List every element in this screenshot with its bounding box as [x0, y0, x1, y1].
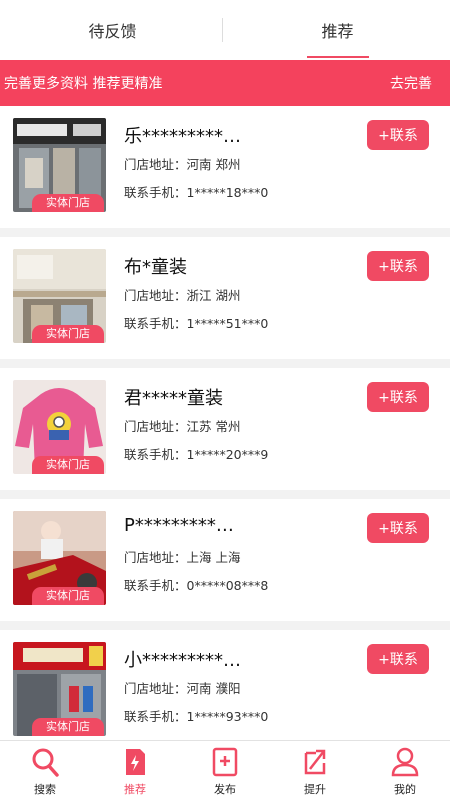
store-phone: 联系手机：1*****93***0	[124, 706, 268, 725]
address-value: 江苏 常州	[186, 419, 241, 434]
store-thumbnail: 实体门店	[13, 511, 106, 605]
physical-store-badge: 实体门店	[32, 325, 104, 343]
tab-divider	[222, 18, 223, 42]
physical-store-badge: 实体门店	[32, 718, 104, 736]
address-label: 门店地址：	[124, 157, 187, 172]
phone-label: 联系手机：	[124, 316, 187, 331]
store-card[interactable]: 实体门店 布*童装 门店地址：浙江 湖州 联系手机：1*****51***0 +…	[0, 237, 450, 359]
address-label: 门店地址：	[124, 419, 187, 434]
tab-label: 待反馈	[88, 22, 137, 41]
address-value: 河南 濮阳	[186, 681, 241, 696]
store-name: 乐*********…	[124, 126, 241, 147]
contact-button[interactable]: +联系	[367, 251, 429, 281]
phone-label: 联系手机：	[124, 578, 187, 593]
store-address: 门店地址：河南 郑州	[124, 154, 241, 173]
nav-item-profile[interactable]: 我的	[360, 741, 450, 800]
store-list: 实体门店 乐*********… 门店地址：河南 郑州 联系手机：1*****1…	[0, 106, 450, 740]
profile-icon	[390, 746, 420, 778]
physical-store-badge: 实体门店	[32, 456, 104, 474]
phone-value: 1*****18***0	[186, 185, 269, 200]
publish-icon	[210, 746, 240, 778]
contact-button[interactable]: +联系	[367, 644, 429, 674]
store-phone: 联系手机：0*****08***8	[124, 575, 268, 594]
phone-label: 联系手机：	[124, 709, 187, 724]
store-card[interactable]: 实体门店 小*********… 门店地址：河南 濮阳 联系手机：1*****9…	[0, 630, 450, 740]
nav-item-recommend[interactable]: 推荐	[90, 741, 180, 800]
store-name: 小*********…	[124, 650, 241, 671]
store-thumbnail: 实体门店	[13, 118, 106, 212]
address-value: 浙江 湖州	[186, 288, 241, 303]
nav-item-boost[interactable]: 提升	[270, 741, 360, 800]
nav-label: 推荐	[124, 783, 146, 796]
top-tabs: 待反馈 推荐	[0, 0, 450, 60]
nav-item-search[interactable]: 搜索	[0, 741, 90, 800]
store-address: 门店地址：河南 濮阳	[124, 678, 241, 697]
physical-store-badge: 实体门店	[32, 194, 104, 212]
store-card[interactable]: 实体门店 P*********… 门店地址：上海 上海 联系手机：0*****0…	[0, 499, 450, 621]
bottom-nav: 搜索 推荐 发布 提升 我的	[0, 740, 450, 800]
store-card[interactable]: 实体门店 乐*********… 门店地址：河南 郑州 联系手机：1*****1…	[0, 106, 450, 228]
store-address: 门店地址：上海 上海	[124, 547, 241, 566]
contact-button[interactable]: +联系	[367, 513, 429, 543]
store-card[interactable]: 实体门店 君*****童装 门店地址：江苏 常州 联系手机：1*****20**…	[0, 368, 450, 490]
nav-label: 提升	[304, 783, 326, 796]
store-name: 布*童装	[124, 257, 187, 278]
store-phone: 联系手机：1*****51***0	[124, 313, 268, 332]
address-label: 门店地址：	[124, 288, 187, 303]
store-thumbnail: 实体门店	[13, 380, 106, 474]
address-value: 河南 郑州	[186, 157, 241, 172]
address-label: 门店地址：	[124, 550, 187, 565]
nav-label: 发布	[214, 783, 236, 796]
address-value: 上海 上海	[186, 550, 241, 565]
contact-button[interactable]: +联系	[367, 382, 429, 412]
tab-label: 推荐	[321, 22, 354, 41]
store-address: 门店地址：浙江 湖州	[124, 285, 241, 304]
complete-profile-link[interactable]: 去完善	[390, 73, 432, 93]
store-name: 君*****童装	[124, 388, 223, 409]
phone-label: 联系手机：	[124, 185, 187, 200]
store-phone: 联系手机：1*****18***0	[124, 182, 268, 201]
nav-item-publish[interactable]: 发布	[180, 741, 270, 800]
complete-profile-banner: 完善更多资料 推荐更精准 去完善	[0, 60, 450, 106]
physical-store-badge: 实体门店	[32, 587, 104, 605]
contact-button[interactable]: +联系	[367, 120, 429, 150]
nav-label: 搜索	[34, 783, 56, 796]
store-thumbnail: 实体门店	[13, 642, 106, 736]
tab-pending-feedback[interactable]: 待反馈	[0, 0, 225, 60]
search-icon	[30, 746, 60, 778]
banner-text: 完善更多资料 推荐更精准	[4, 76, 163, 92]
nav-label: 我的	[394, 783, 416, 796]
phone-value: 1*****20***9	[186, 447, 269, 462]
boost-icon	[300, 746, 330, 778]
store-thumbnail: 实体门店	[13, 249, 106, 343]
phone-value: 0*****08***8	[186, 578, 269, 593]
recommend-icon	[120, 746, 150, 778]
phone-value: 1*****93***0	[186, 709, 269, 724]
address-label: 门店地址：	[124, 681, 187, 696]
phone-label: 联系手机：	[124, 447, 187, 462]
store-name: P*********…	[124, 515, 234, 536]
tab-recommend[interactable]: 推荐	[225, 0, 450, 60]
store-phone: 联系手机：1*****20***9	[124, 444, 268, 463]
phone-value: 1*****51***0	[186, 316, 269, 331]
store-address: 门店地址：江苏 常州	[124, 416, 241, 435]
